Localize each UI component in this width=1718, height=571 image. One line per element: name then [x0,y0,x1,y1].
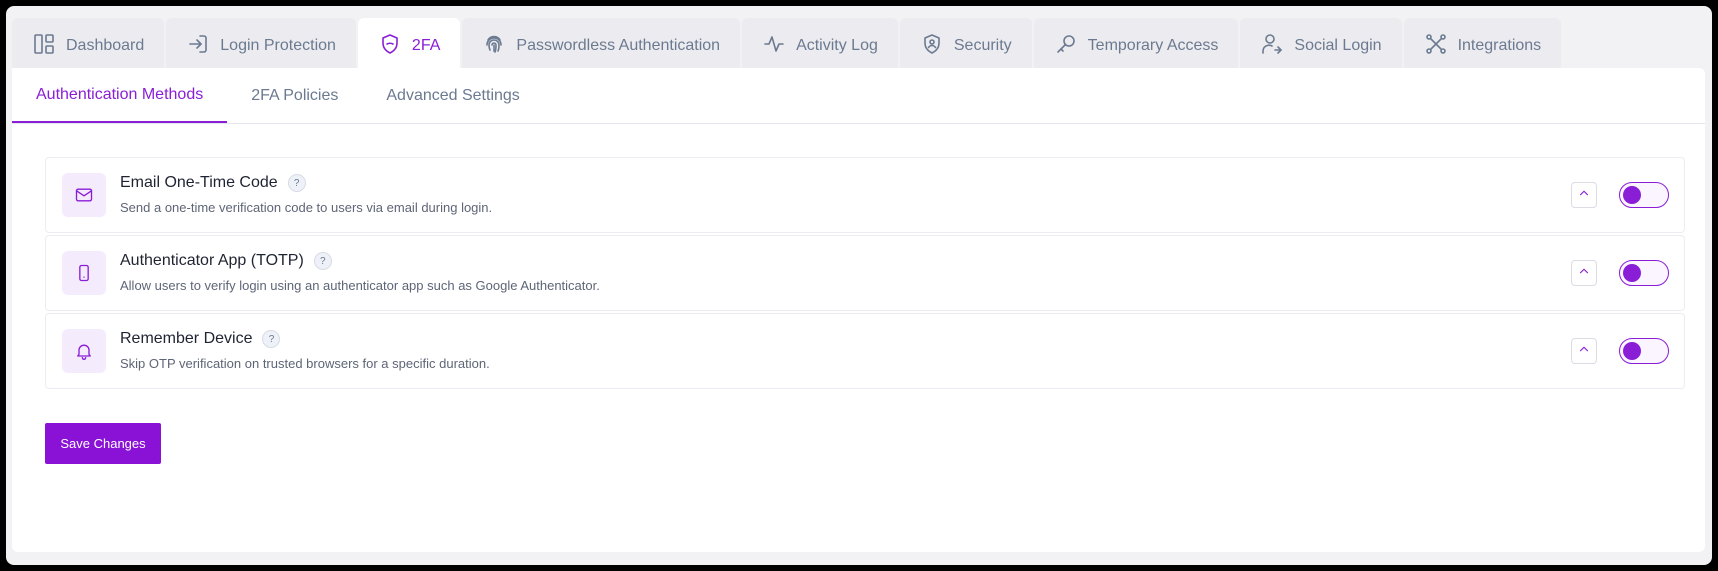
tab-integrations[interactable]: Integrations [1403,18,1562,74]
method-title: Authenticator App (TOTP) [120,252,304,269]
tab-passwordless-authentication[interactable]: Passwordless Authentication [462,18,741,74]
tab-label: Activity Log [796,37,878,54]
method-title: Remember Device [120,330,253,347]
tab-dashboard[interactable]: Dashboard [12,18,165,74]
chevron-up-icon [1577,264,1591,283]
key-icon [1054,32,1078,61]
tab-social-login[interactable]: Social Login [1240,18,1402,74]
tab-label: Security [953,37,1012,54]
tab-label: Social Login [1294,37,1382,54]
layout-dashboard-icon [32,32,56,61]
help-icon[interactable]: ? [262,330,281,348]
enable-toggle[interactable] [1619,338,1669,364]
collapse-button[interactable] [1571,260,1597,286]
tab-2fa[interactable]: 2FA [357,18,461,74]
activity-icon [762,32,786,61]
toggle-knob [1623,342,1641,360]
login-icon [186,32,210,61]
tab-label: Login Protection [220,37,336,54]
method-remember-device: Remember Device ? Skip OTP verification … [45,313,1685,389]
method-description: Send a one-time verification code to use… [120,200,493,215]
method-authenticator-app: Authenticator App (TOTP) ? Allow users t… [45,235,1685,311]
method-email-otp: Email One-Time Code ? Send a one-time ve… [45,157,1685,233]
method-list: Email One-Time Code ? Send a one-time ve… [45,157,1685,391]
bell-icon [62,329,106,373]
method-description: Skip OTP verification on trusted browser… [120,356,490,371]
chevron-up-icon [1577,186,1591,205]
sub-tab-bar: Authentication Methods 2FA Policies Adva… [12,68,1705,124]
tab-label: Dashboard [66,37,145,54]
tab-login-protection[interactable]: Login Protection [166,18,356,74]
main-panel: Authentication Methods 2FA Policies Adva… [12,68,1705,552]
method-title-wrap: Authenticator App (TOTP) ? [120,252,332,270]
app-frame: Dashboard Login Protection 2FA Passwordl… [6,6,1712,565]
tab-temporary-access[interactable]: Temporary Access [1033,18,1239,74]
top-tab-bar: Dashboard Login Protection 2FA Passwordl… [12,18,1562,74]
method-title: Email One-Time Code [120,174,278,191]
method-title-wrap: Remember Device ? [120,330,281,348]
subtab-authentication-methods[interactable]: Authentication Methods [12,68,228,123]
tab-label: Temporary Access [1087,37,1219,54]
collapse-button[interactable] [1571,338,1597,364]
enable-toggle[interactable] [1619,260,1669,286]
chevron-up-icon [1577,342,1591,361]
help-icon[interactable]: ? [287,174,306,192]
toggle-knob [1623,264,1641,282]
tab-label: Passwordless Authentication [516,37,721,54]
subtab-advanced-settings[interactable]: Advanced Settings [362,68,543,123]
help-icon[interactable]: ? [313,252,332,270]
tab-security[interactable]: Security [899,18,1032,74]
method-description: Allow users to verify login using an aut… [120,278,600,293]
enable-toggle[interactable] [1619,182,1669,208]
collapse-button[interactable] [1571,182,1597,208]
integrations-icon [1424,32,1448,61]
method-title-wrap: Email One-Time Code ? [120,174,306,192]
subtab-2fa-policies[interactable]: 2FA Policies [227,68,362,123]
mail-icon [62,173,106,217]
shield-icon [378,32,402,61]
save-changes-button[interactable]: Save Changes [45,423,161,464]
shield-user-icon [920,32,944,61]
user-link-icon [1260,32,1284,61]
smartphone-icon [62,251,106,295]
toggle-knob [1623,186,1641,204]
tab-label: 2FA [411,37,441,54]
tab-activity-log[interactable]: Activity Log [742,18,898,74]
tab-label: Integrations [1457,37,1542,54]
fingerprint-icon [482,32,506,61]
